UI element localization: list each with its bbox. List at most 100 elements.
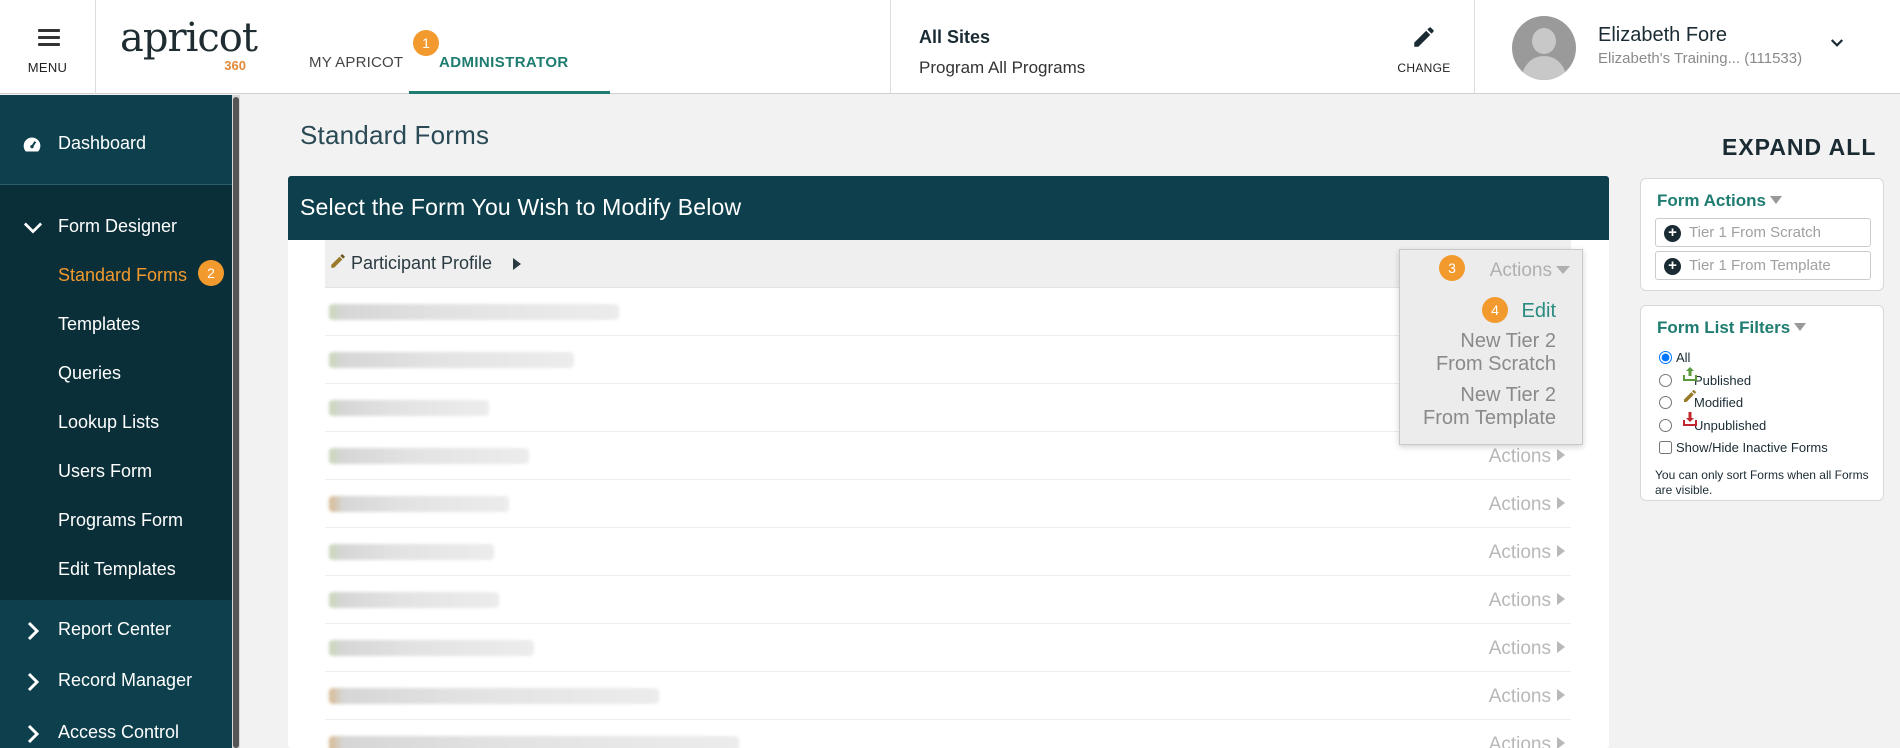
button-label: Tier 1 From Scratch [1689,224,1821,241]
show-hide-inactive-checkbox[interactable] [1659,441,1672,454]
edit-option[interactable]: Edit [1522,300,1556,323]
form-row[interactable]: Actions [325,432,1571,480]
chevron-right-icon [27,621,40,641]
form-actions-title-text: Form Actions [1657,191,1766,210]
option-line: New Tier 2 [1460,330,1556,352]
tier1-from-scratch-button[interactable]: + Tier 1 From Scratch [1655,218,1871,247]
actions-label: Actions [1488,446,1551,467]
option-line: From Scratch [1435,353,1556,375]
logo-word: apricot [120,15,258,61]
filter-label: All [1676,350,1691,365]
caret-right-icon [1557,449,1565,461]
form-name-blurred [329,736,739,748]
user-menu[interactable]: Elizabeth Fore Elizabeth's Training... (… [1512,0,1900,94]
form-row[interactable] [325,288,1571,336]
tier1-from-template-button[interactable]: + Tier 1 From Template [1655,251,1871,280]
form-actions-card: Form Actions + Tier 1 From Scratch + Tier … [1640,178,1884,291]
filter-published[interactable]: Published [1659,367,1752,388]
filter-modified-radio[interactable] [1659,396,1672,409]
form-name-blurred [329,352,574,368]
expand-all-button[interactable]: EXPAND ALL [1722,134,1876,161]
site-title: All Sites [919,27,991,47]
actions-label: Actions [1488,686,1551,707]
change-button[interactable]: CHANGE [1394,24,1454,75]
actions-menu[interactable]: Actions [1489,542,1565,564]
site-selector: All Sites Program All Programs CHANGE [890,0,1475,94]
sidebar-item-label: Form Designer [58,216,178,236]
sidebar-item-queries[interactable]: Queries [58,363,121,384]
new-tier2-from-scratch-option[interactable]: New Tier 2 From Scratch [1436,330,1556,376]
form-name-blurred [329,544,494,560]
plus-circle-icon: + [1664,225,1681,242]
actions-menu[interactable]: Actions [1489,686,1565,708]
sidebar-item-edit-templates[interactable]: Edit Templates [58,559,176,580]
form-row-participant-profile[interactable]: Participant Profile [325,240,1571,288]
actions-menu[interactable]: Actions [1489,638,1565,660]
form-row[interactable]: Actions [325,480,1571,528]
actions-menu[interactable]: Actions [1489,734,1565,748]
form-row[interactable]: Actions [325,720,1571,748]
step-badge-3: 3 [1439,255,1465,281]
sidebar-item-dashboard[interactable]: Dashboard [0,133,232,159]
tab-administrator[interactable]: ADMINISTRATOR [409,0,610,94]
sidebar-item-report-center[interactable]: Report Center [0,619,232,645]
filter-modified[interactable]: Modified [1659,390,1743,410]
sidebar-item-programs-form[interactable]: Programs Form [58,510,183,531]
form-row[interactable] [325,384,1571,432]
avatar [1512,16,1576,80]
step-badge-2: 2 [198,260,224,286]
upload-icon [1683,367,1697,381]
sidebar-item-form-designer[interactable]: Form Designer [0,216,232,242]
chevron-down-icon[interactable] [1828,34,1846,52]
form-row[interactable]: Actions [325,528,1571,576]
user-name: Elizabeth Fore [1598,24,1727,46]
actions-dropdown-toggle[interactable]: Actions [1490,260,1570,282]
form-row[interactable]: Actions [325,576,1571,624]
sidebar: Dashboard Form Designer Standard Forms 2… [0,95,240,748]
tab-administrator-label: ADMINISTRATOR [439,54,569,71]
change-label: CHANGE [1397,61,1451,75]
sidebar-item-templates[interactable]: Templates [58,314,140,335]
menu-label: MENU [27,60,68,75]
sidebar-item-access-control[interactable]: Access Control [0,722,232,748]
filter-published-radio[interactable] [1659,374,1672,387]
new-tier2-from-template-option[interactable]: New Tier 2 From Template [1423,384,1556,430]
sidebar-item-record-manager[interactable]: Record Manager [0,670,232,696]
sidebar-item-lookup-lists[interactable]: Lookup Lists [58,412,159,433]
filter-label: Published [1694,373,1752,388]
filter-unpublished-radio[interactable] [1659,419,1672,432]
filter-all[interactable]: All [1659,350,1690,365]
form-list-filters-title[interactable]: Form List Filters [1657,318,1807,338]
page-title: Standard Forms [300,120,490,150]
filter-label: Unpublished [1694,418,1767,433]
actions-menu[interactable]: Actions [1489,590,1565,612]
sidebar-scrollbar[interactable] [232,95,240,748]
apricot-logo[interactable]: apricot 360 [120,15,258,76]
actions-menu[interactable]: Actions [1489,446,1565,468]
caret-down-icon [1769,196,1782,204]
caret-right-icon [1557,641,1565,653]
pencil-icon [331,254,345,268]
sidebar-item-users-form[interactable]: Users Form [58,461,152,482]
form-row[interactable]: Actions [325,624,1571,672]
actions-menu[interactable]: Actions [1489,494,1565,516]
caret-down-icon [1794,323,1807,331]
filter-all-radio[interactable] [1659,351,1672,364]
form-actions-title[interactable]: Form Actions [1657,191,1782,211]
filter-unpublished[interactable]: Unpublished [1659,412,1767,433]
sidebar-item-standard-forms[interactable]: Standard Forms [58,265,187,286]
filter-inactive[interactable]: Show/Hide Inactive Forms [1659,440,1828,455]
form-row[interactable] [325,336,1571,384]
caret-right-icon [1557,497,1565,509]
caret-right-icon[interactable] [512,257,522,271]
pencil-icon [1684,390,1696,402]
form-name[interactable]: Participant Profile [351,253,492,274]
menu-button[interactable]: MENU [0,0,96,94]
chevron-right-icon [27,672,40,692]
form-row[interactable]: Actions [325,672,1571,720]
actions-label: Actions [1488,590,1551,611]
form-list-filters-card: Form List Filters All Published Modified… [1640,305,1884,501]
hamburger-icon [38,29,60,50]
tab-my-apricot[interactable]: MY APRICOT [309,54,403,71]
option-line: From Template [1422,407,1556,429]
